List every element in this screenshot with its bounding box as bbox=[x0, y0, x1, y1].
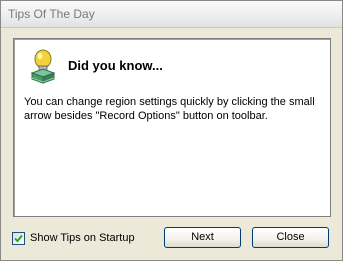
title-bar[interactable]: Tips Of The Day bbox=[1, 1, 342, 28]
tip-panel: Did you know... You can change region se… bbox=[13, 38, 331, 217]
show-tips-label[interactable]: Show Tips on Startup bbox=[30, 232, 135, 244]
close-button[interactable]: Close bbox=[252, 227, 329, 248]
tips-dialog: Tips Of The Day Did you know... You can … bbox=[0, 0, 343, 261]
show-tips-checkbox-row[interactable]: Show Tips on Startup bbox=[12, 230, 135, 246]
lightbulb-icon bbox=[30, 49, 56, 84]
checkmark-icon bbox=[14, 234, 23, 242]
next-button[interactable]: Next bbox=[164, 227, 241, 248]
tip-heading: Did you know... bbox=[68, 58, 163, 73]
tip-text: You can change region settings quickly b… bbox=[24, 96, 315, 122]
window-title: Tips Of The Day bbox=[8, 7, 95, 21]
show-tips-checkbox[interactable] bbox=[12, 231, 25, 245]
